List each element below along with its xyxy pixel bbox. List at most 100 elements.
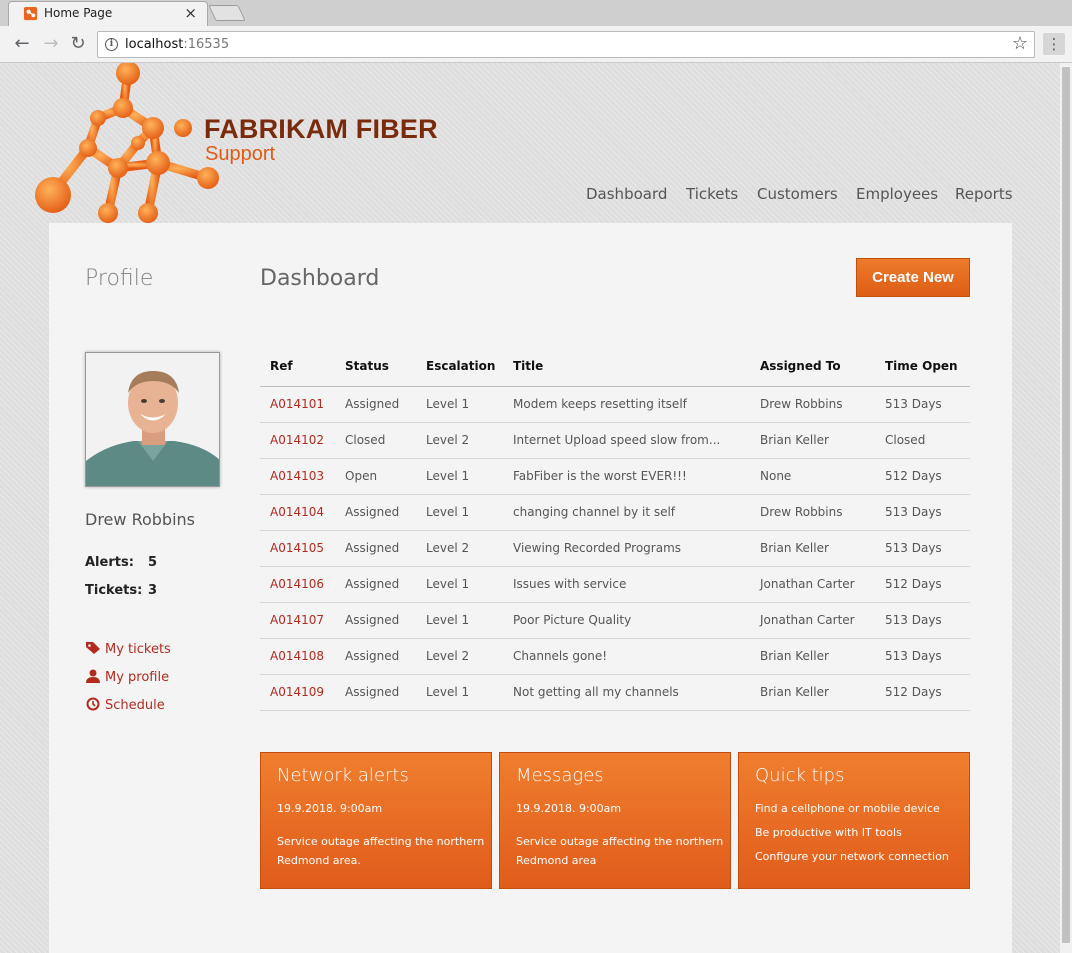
forward-icon[interactable]: →	[40, 33, 62, 55]
reload-icon[interactable]: ↻	[67, 33, 89, 55]
ticket-title: Issues with service	[503, 566, 750, 603]
quick-tips-card: Quick tips Find a cellphone or mobile de…	[738, 752, 970, 889]
ticket-status: Assigned	[335, 530, 416, 567]
table-row: A014108 Assigned Level 2 Channels gone! Bria…	[260, 638, 970, 675]
alerts-label: Alerts:	[85, 555, 134, 570]
menu-icon[interactable]: ⋮	[1043, 33, 1065, 55]
table-row: A014109 Assigned Level 1 Not getting all my…	[260, 674, 970, 711]
tip-link[interactable]: Be productive with IT tools	[755, 826, 902, 839]
ticket-time-open: 513 Days	[875, 494, 970, 531]
ticket-escalation: Level 2	[416, 530, 503, 567]
table-row: A014106 Assigned Level 1 Issues with servic…	[260, 566, 970, 603]
ticket-ref-link[interactable]: A014101	[260, 386, 335, 423]
star-icon[interactable]: ☆	[1012, 33, 1028, 54]
messages-date: 19.9.2018. 9:00am	[516, 802, 622, 815]
url-host: localhost	[125, 37, 184, 52]
avatar-photo	[86, 353, 219, 486]
fabrikam-logo	[35, 63, 219, 223]
table-row: A014102 Closed Level 2 Internet Upload spee…	[260, 422, 970, 459]
messages-body: Service outage affecting the northern Re…	[516, 835, 724, 867]
profile-heading: Profile	[85, 266, 154, 291]
tab-title: Home Page	[44, 6, 113, 20]
col-assigned-to[interactable]: Assigned To	[750, 347, 875, 387]
table-row: A014105 Assigned Level 2 Viewing Recorded P…	[260, 530, 970, 567]
ticket-status: Assigned	[335, 638, 416, 675]
close-icon[interactable]: ×	[184, 4, 197, 22]
ticket-ref-link[interactable]: A014107	[260, 602, 335, 639]
address-bar[interactable]: i localhost:16535 ☆	[97, 31, 1035, 58]
ticket-title: Not getting all my channels	[503, 674, 750, 711]
nav-employees[interactable]: Employees	[856, 185, 938, 203]
ticket-ref-link[interactable]: A014104	[260, 494, 335, 531]
network-alerts-title: Network alerts	[277, 765, 409, 786]
table-row: A014104 Assigned Level 1 changing channel b…	[260, 494, 970, 531]
tip-link[interactable]: Configure your network connection	[755, 850, 949, 863]
ticket-escalation: Level 1	[416, 674, 503, 711]
nav-dashboard[interactable]: Dashboard	[586, 185, 667, 203]
browser-tab[interactable]: Home Page ×	[8, 1, 208, 26]
ticket-assignee: Jonathan Carter	[750, 566, 875, 603]
ticket-ref-link[interactable]: A014108	[260, 638, 335, 675]
favicon-icon	[23, 6, 38, 21]
col-status[interactable]: Status	[335, 347, 416, 387]
col-ref[interactable]: Ref	[260, 347, 335, 387]
ticket-assignee: Drew Robbins	[750, 494, 875, 531]
user-icon	[86, 669, 100, 683]
ticket-assignee: Brian Keller	[750, 638, 875, 675]
nav-reports[interactable]: Reports	[955, 185, 1013, 203]
ticket-title: FabFiber is the worst EVER!!!	[503, 458, 750, 495]
ticket-time-open: 513 Days	[875, 530, 970, 567]
url-port: :16535	[183, 37, 230, 52]
ticket-assignee: Drew Robbins	[750, 386, 875, 423]
tip-link[interactable]: Find a cellphone or mobile device	[755, 802, 940, 815]
col-time-open[interactable]: Time Open	[875, 347, 970, 387]
ticket-title: Poor Picture Quality	[503, 602, 750, 639]
tickets-body: A014101 Assigned Level 1 Modem keeps resett…	[260, 386, 970, 711]
brand-name: FABRIKAM FIBER	[204, 114, 438, 144]
ticket-assignee: Brian Keller	[750, 422, 875, 459]
tickets-label: Tickets:	[85, 583, 143, 598]
back-icon[interactable]: ←	[11, 33, 33, 55]
create-new-button[interactable]: Create New	[856, 258, 970, 297]
schedule-label: Schedule	[105, 698, 165, 713]
my-tickets-link[interactable]: My tickets	[85, 641, 171, 657]
table-header-row: Ref Status Escalation Title Assigned To …	[260, 347, 970, 387]
ticket-status: Assigned	[335, 674, 416, 711]
ticket-status: Assigned	[335, 494, 416, 531]
messages-card: Messages 19.9.2018. 9:00am Service outag…	[499, 752, 731, 889]
info-icon[interactable]: i	[105, 38, 118, 51]
ticket-assignee: Jonathan Carter	[750, 602, 875, 639]
tickets-table: Ref Status Escalation Title Assigned To …	[260, 347, 970, 711]
my-profile-link[interactable]: My profile	[85, 669, 169, 685]
ticket-ref-link[interactable]: A014105	[260, 530, 335, 567]
ticket-ref-link[interactable]: A014103	[260, 458, 335, 495]
schedule-link[interactable]: Schedule	[85, 697, 165, 713]
nav-tickets[interactable]: Tickets	[686, 185, 738, 203]
tab-strip: Home Page ×	[0, 0, 1072, 26]
brand-subtitle: Support	[205, 143, 276, 165]
col-escalation[interactable]: Escalation	[416, 347, 503, 387]
ticket-ref-link[interactable]: A014102	[260, 422, 335, 459]
table-row: A014107 Assigned Level 1 Poor Picture Quali…	[260, 602, 970, 639]
nav-customers[interactable]: Customers	[757, 185, 838, 203]
page-scrollbar[interactable]	[1060, 63, 1072, 953]
ticket-title: Viewing Recorded Programs	[503, 530, 750, 567]
scrollbar-thumb[interactable]	[1062, 67, 1070, 943]
col-title[interactable]: Title	[503, 347, 750, 387]
ticket-ref-link[interactable]: A014109	[260, 674, 335, 711]
ticket-assignee: Brian Keller	[750, 530, 875, 567]
new-tab-button[interactable]	[208, 5, 246, 21]
ticket-time-open: Closed	[875, 422, 970, 459]
ticket-time-open: 512 Days	[875, 674, 970, 711]
alerts-count: 5	[148, 555, 158, 570]
ticket-status: Assigned	[335, 386, 416, 423]
url-text[interactable]: localhost:16535	[125, 37, 229, 52]
ticket-escalation: Level 1	[416, 494, 503, 531]
clock-icon	[86, 697, 100, 711]
page-viewport: FABRIKAM FIBER Support Dashboard Tickets…	[0, 63, 1060, 953]
ticket-status: Assigned	[335, 602, 416, 639]
ticket-time-open: 513 Days	[875, 638, 970, 675]
ticket-ref-link[interactable]: A014106	[260, 566, 335, 603]
ticket-time-open: 512 Days	[875, 458, 970, 495]
ticket-status: Assigned	[335, 566, 416, 603]
